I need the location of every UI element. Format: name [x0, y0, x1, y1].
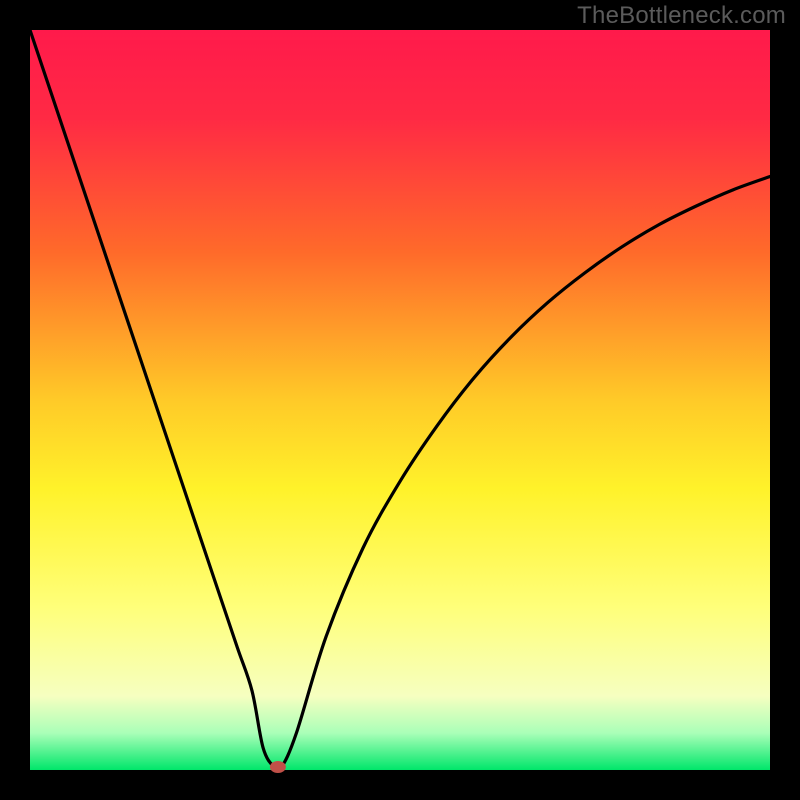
optimum-marker	[270, 761, 286, 773]
plot-background	[30, 30, 770, 770]
chart-svg	[0, 0, 800, 800]
watermark-text: TheBottleneck.com	[577, 2, 786, 30]
chart-frame: TheBottleneck.com	[0, 0, 800, 800]
